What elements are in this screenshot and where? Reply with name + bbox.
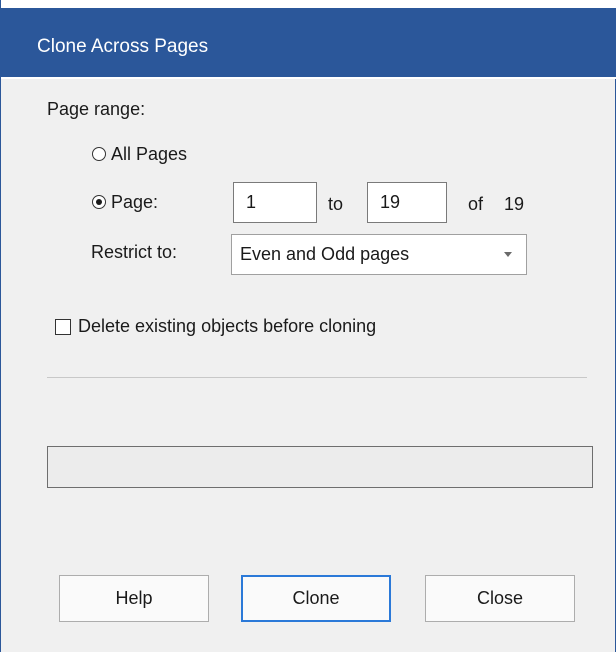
- page-label[interactable]: Page:: [111, 191, 158, 213]
- title-bar[interactable]: Clone Across Pages: [1, 0, 616, 79]
- separator: [47, 377, 587, 378]
- to-label: to: [328, 194, 344, 214]
- close-button[interactable]: Close: [425, 575, 575, 622]
- clone-across-pages-dialog: Clone Across Pages Page range: All Pages…: [0, 0, 616, 652]
- restrict-to-dropdown[interactable]: Even and Odd pages: [231, 234, 527, 275]
- total-pages-value: 19: [504, 194, 525, 214]
- delete-existing-label[interactable]: Delete existing objects before cloning: [78, 315, 376, 337]
- all-pages-radio[interactable]: [92, 147, 106, 161]
- page-from-input[interactable]: [233, 182, 317, 223]
- clone-button[interactable]: Clone: [241, 575, 391, 622]
- page-radio[interactable]: [92, 195, 106, 209]
- page-range-label: Page range:: [47, 99, 146, 119]
- page-radio-dot: [96, 199, 102, 205]
- help-button[interactable]: Help: [59, 575, 209, 622]
- of-label: of: [468, 194, 484, 214]
- all-pages-label[interactable]: All Pages: [111, 143, 187, 165]
- dialog-title: Clone Across Pages: [37, 36, 209, 57]
- progress-bar: [47, 446, 593, 488]
- restrict-to-label: Restrict to:: [91, 242, 178, 262]
- chevron-down-icon: [504, 252, 512, 257]
- page-to-input[interactable]: [367, 182, 447, 223]
- delete-existing-checkbox[interactable]: [55, 319, 71, 335]
- restrict-to-selected-value: Even and Odd pages: [240, 244, 410, 264]
